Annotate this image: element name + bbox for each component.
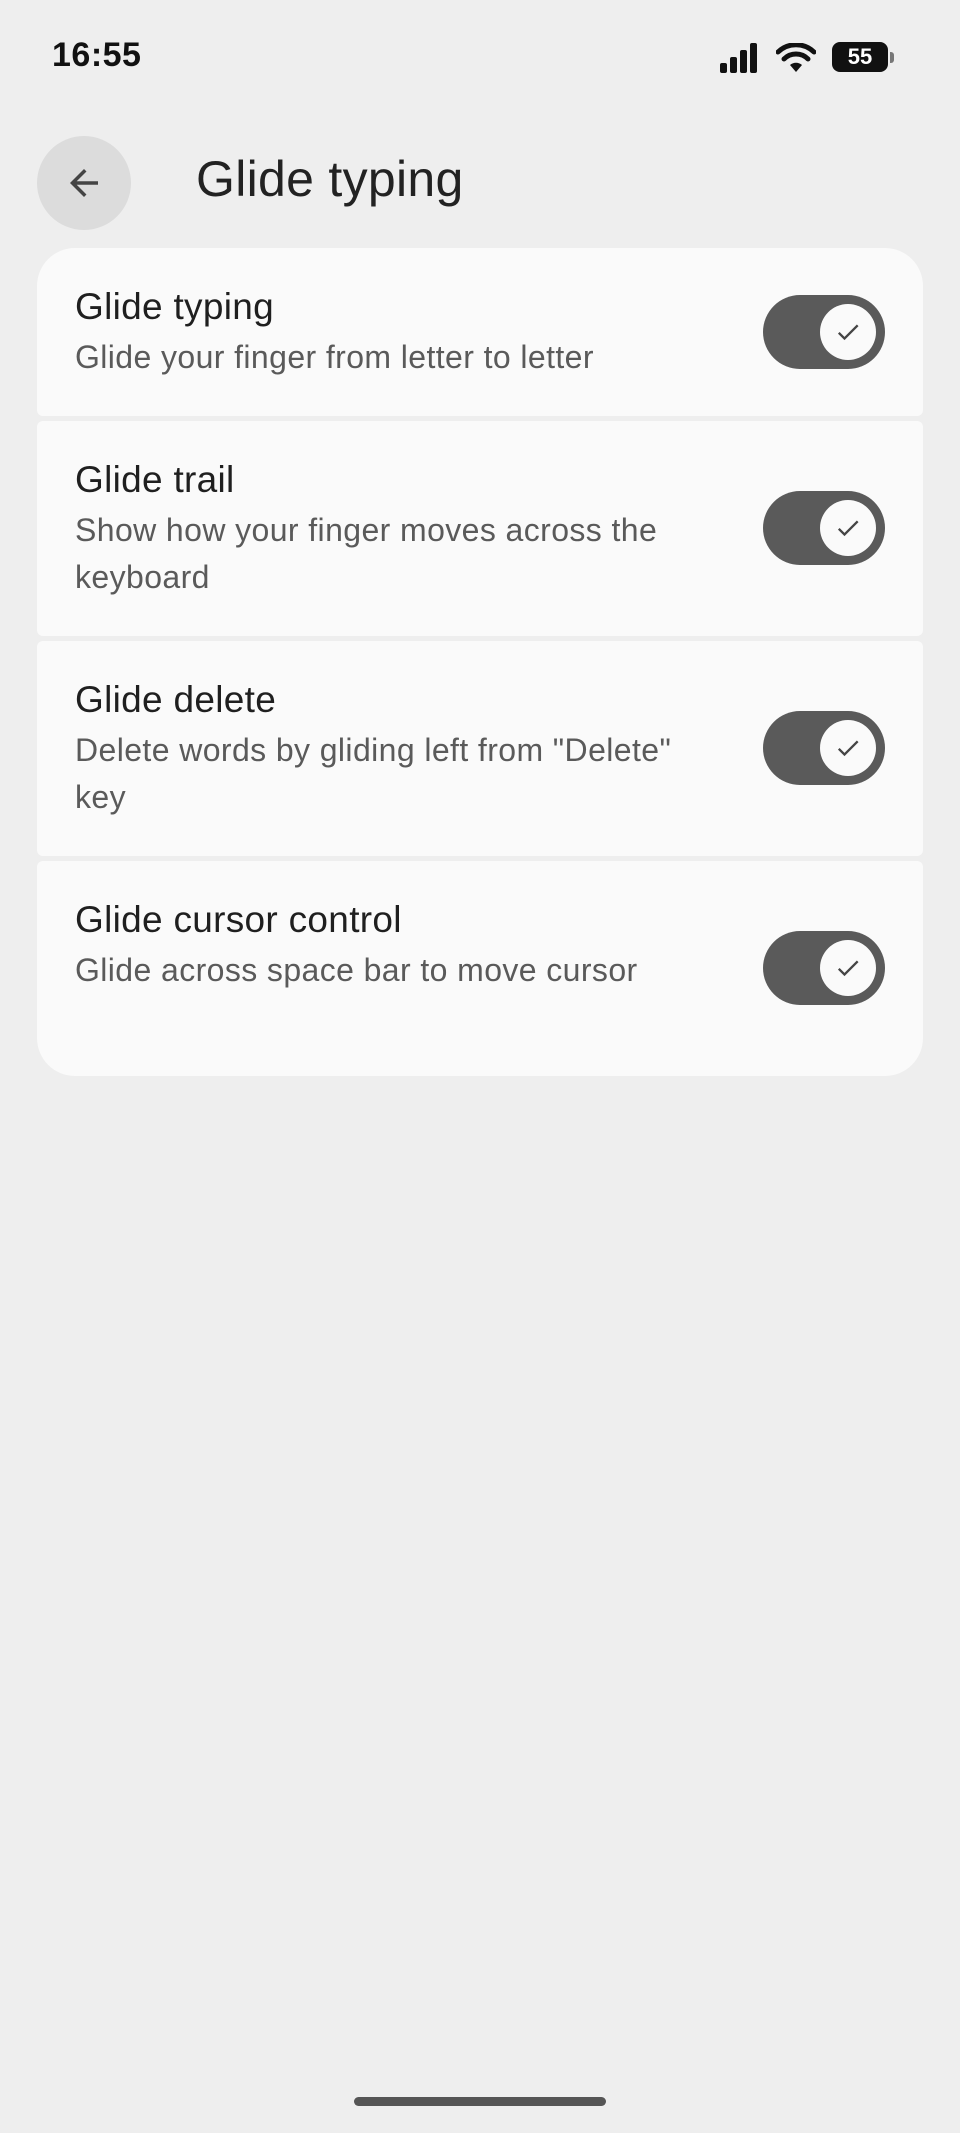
toggle-knob [820,304,876,360]
setting-title: Glide delete [75,679,277,720]
signal-icon [720,43,757,73]
setting-description: Show how your finger moves across the ke… [75,512,658,595]
setting-description: Delete words by gliding left from "Delet… [75,732,672,815]
back-button[interactable] [37,136,131,230]
toggle-knob [820,940,876,996]
status-icons: 55 [720,40,894,76]
page-title: Glide typing [196,151,464,207]
battery-cap [890,52,894,63]
glide-trail-toggle[interactable] [763,491,885,565]
check-icon [837,960,859,977]
glide-cursor-control-toggle[interactable] [763,931,885,1005]
check-icon [837,324,859,341]
battery-icon: 55 [832,42,894,74]
glide-typing-toggle[interactable] [763,295,885,369]
screen: 16:55 55 Glide typing Glide typing Glide… [0,0,960,2133]
wifi-icon [776,43,816,72]
toggle-knob [820,720,876,776]
check-icon [837,520,859,537]
setting-description: Glide your finger from letter to letter [75,339,594,375]
setting-glide-delete[interactable]: Glide delete Delete words by gliding lef… [37,641,923,856]
setting-title: Glide trail [75,459,235,500]
setting-glide-trail[interactable]: Glide trail Show how your finger moves a… [37,421,923,636]
settings-list: Glide typing Glide your finger from lett… [37,248,923,1076]
toggle-knob [820,500,876,556]
setting-glide-cursor-control[interactable]: Glide cursor control Glide across space … [37,861,923,1076]
setting-title: Glide typing [75,286,274,327]
glide-delete-toggle[interactable] [763,711,885,785]
battery-level: 55 [832,42,888,72]
check-icon [837,740,859,757]
status-bar: 16:55 55 [0,0,960,110]
setting-description: Glide across space bar to move cursor [75,952,638,988]
setting-title: Glide cursor control [75,899,402,940]
setting-glide-typing[interactable]: Glide typing Glide your finger from lett… [37,248,923,416]
arrow-back-icon [70,169,98,197]
status-time: 16:55 [52,36,142,74]
home-indicator[interactable] [354,2097,606,2106]
